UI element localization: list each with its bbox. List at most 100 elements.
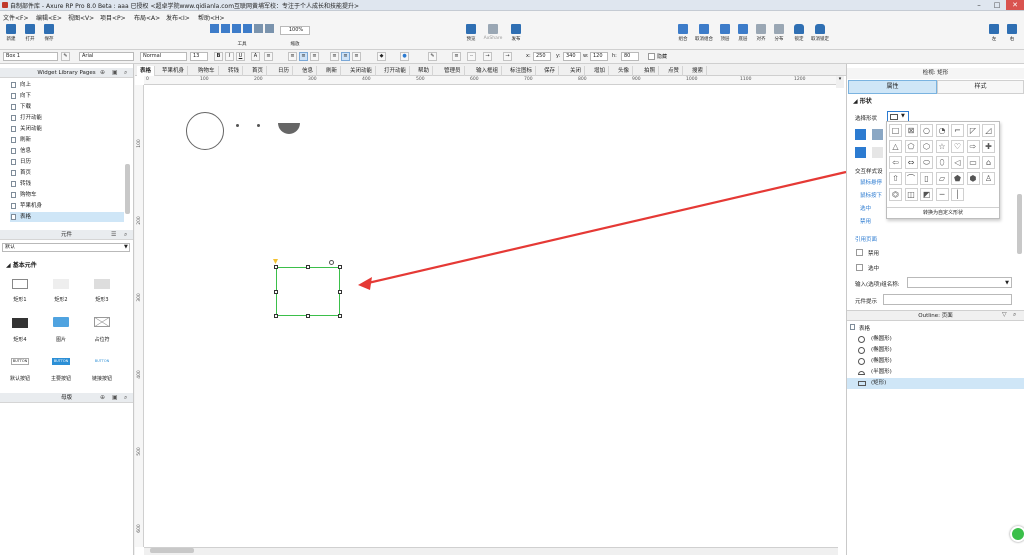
page-item[interactable]: 购物车	[10, 190, 124, 200]
lock-button[interactable]: 锁定	[792, 23, 806, 49]
page-item[interactable]: 转钱	[10, 179, 124, 189]
group-button[interactable]: 组合	[676, 23, 690, 49]
shape-option-icon[interactable]: ○	[920, 124, 933, 137]
inspector-scrollbar[interactable]	[1017, 194, 1022, 254]
resize-handle-s[interactable]	[306, 314, 310, 318]
font-style-select[interactable]: Normal	[140, 52, 187, 61]
close-icon[interactable]: ✕	[1006, 0, 1024, 10]
disabled-style-link[interactable]: 禁用	[860, 217, 871, 225]
valign-top-icon[interactable]: ≡	[330, 52, 339, 61]
image-widget-icon[interactable]	[53, 317, 69, 327]
text-auto-fit-icon[interactable]	[855, 129, 866, 140]
shape-option-icon[interactable]: ♡	[951, 140, 964, 153]
format-painter-icon[interactable]	[254, 24, 263, 33]
page-tab[interactable]: 刷新	[323, 66, 342, 76]
h-input[interactable]: 80	[621, 52, 639, 61]
shape-option-icon[interactable]: ─	[935, 188, 949, 201]
pen-icon[interactable]	[243, 24, 252, 33]
right-pane-button[interactable]: 右	[1006, 23, 1018, 49]
connector-icon[interactable]	[232, 24, 241, 33]
layer-icon[interactable]	[855, 147, 866, 158]
resize-handle-n[interactable]	[306, 265, 310, 269]
page-tab[interactable]: 帮助	[415, 66, 434, 76]
page-tab[interactable]: 头像	[615, 66, 634, 76]
shape-option-icon[interactable]: ◸	[966, 124, 980, 137]
shape-option-icon[interactable]: ☆	[935, 140, 949, 153]
bring-front-button[interactable]: 顶层	[718, 23, 732, 49]
shape-option-icon[interactable]: ♙	[982, 172, 995, 185]
default-button-widget[interactable]: BUTTON	[11, 358, 29, 365]
shape-option-icon[interactable]: ⇦	[889, 156, 902, 169]
outline-item[interactable]: (椭圆形)	[847, 356, 1024, 367]
library-dropdown-icon[interactable]: ▼	[124, 244, 128, 250]
shape-option-icon[interactable]: ✚	[982, 140, 995, 153]
shape-option-icon[interactable]: ⌐	[951, 124, 964, 137]
menu-view[interactable]: 视图<V>	[68, 13, 94, 22]
font-size-select[interactable]: 13	[190, 52, 208, 61]
rectangle2-widget[interactable]	[53, 279, 69, 289]
primary-button-widget[interactable]: BUTTON	[52, 358, 70, 365]
add-master-icon[interactable]: ⊕	[100, 394, 105, 401]
shape-option-icon[interactable]: ◔	[935, 124, 949, 137]
rectangle4-widget[interactable]	[12, 318, 28, 328]
page-item[interactable]: 信息	[10, 146, 124, 156]
shape-option-icon[interactable]: ⬡	[920, 140, 933, 153]
arrow-style-icon[interactable]: →	[483, 52, 492, 61]
basic-widgets-header[interactable]: ◢ 基本元件	[6, 260, 37, 269]
border-color-icon[interactable]: ✎	[428, 52, 437, 61]
resize-handle-w[interactable]	[274, 290, 278, 294]
page-tab[interactable]: 日历	[275, 66, 294, 76]
canvas-dot-2[interactable]	[257, 124, 260, 127]
align-left-icon[interactable]: ≡	[288, 52, 297, 61]
flip-icon[interactable]	[872, 129, 883, 140]
align-button[interactable]: 对齐	[754, 23, 768, 49]
w-input[interactable]: 120	[590, 52, 608, 61]
page-tab[interactable]: 打开动能	[381, 66, 411, 76]
zoom-select[interactable]: 100%	[280, 26, 310, 35]
page-tab[interactable]: 管理员	[441, 66, 465, 76]
shape-section-header[interactable]: ◢ 形状	[853, 96, 872, 105]
shape-option-icon[interactable]: ⌒	[904, 172, 918, 185]
outline-filter-icon[interactable]: ▽	[1002, 311, 1007, 318]
italic-icon[interactable]: I	[225, 52, 234, 61]
resize-handle-e[interactable]	[338, 290, 342, 294]
distribute-button[interactable]: 分布	[772, 23, 786, 49]
page-tab[interactable]: 搜索	[689, 66, 708, 76]
convert-custom-shape-button[interactable]: 转换为自定义形状	[887, 207, 999, 218]
selected-style-link[interactable]: 选中	[860, 204, 871, 212]
y-input[interactable]: 340	[563, 52, 581, 61]
tab-style[interactable]: 样式	[937, 80, 1024, 94]
shadow-icon[interactable]: ●	[400, 52, 409, 61]
underline-icon[interactable]: U	[236, 52, 245, 61]
shape-option-icon[interactable]: ▯	[920, 172, 933, 185]
page-tab[interactable]: 关闭动能	[347, 66, 377, 76]
masters-search-icon[interactable]: ⌕	[124, 394, 127, 402]
hidden-checkbox[interactable]	[648, 53, 655, 60]
disabled-checkbox[interactable]	[856, 249, 863, 256]
canvas-area[interactable]	[135, 64, 846, 555]
shape-option-icon[interactable]: ⇨	[966, 140, 980, 153]
menu-layout[interactable]: 布局<A>	[134, 13, 160, 22]
align-right-icon[interactable]: ≡	[310, 52, 319, 61]
hover-style-link[interactable]: 鼠标悬停	[860, 178, 882, 186]
widgets-menu-icon[interactable]: ☰	[111, 231, 116, 238]
canvas-dot-1[interactable]	[236, 124, 239, 127]
canvas-circle-large[interactable]	[186, 112, 224, 150]
rotate-handle-icon[interactable]	[329, 260, 334, 265]
axshare-button[interactable]: AxShare	[482, 23, 504, 49]
page-tab[interactable]: 点赞	[665, 66, 684, 76]
resize-handle-ne[interactable]	[338, 265, 342, 269]
shape-option-icon[interactable]: ◫	[904, 188, 918, 201]
tabs-scroll-icon[interactable]: ▾	[836, 76, 844, 88]
font-color-icon[interactable]: A	[251, 52, 260, 61]
selected-checkbox[interactable]	[856, 264, 863, 271]
menu-file[interactable]: 文件<F>	[3, 13, 29, 22]
save-button[interactable]: 保存	[41, 23, 57, 49]
page-tab[interactable]: 苹果机身	[159, 66, 189, 76]
rectangle1-widget[interactable]	[12, 279, 28, 289]
widget-style-select[interactable]: Box 1	[3, 52, 58, 61]
add-folder-icon[interactable]: ▣	[112, 69, 118, 76]
style-edit-icon[interactable]: ✎	[61, 52, 70, 61]
line-style-icon[interactable]: ┄	[467, 52, 476, 61]
shape-option-icon[interactable]: ⊠	[904, 124, 918, 137]
